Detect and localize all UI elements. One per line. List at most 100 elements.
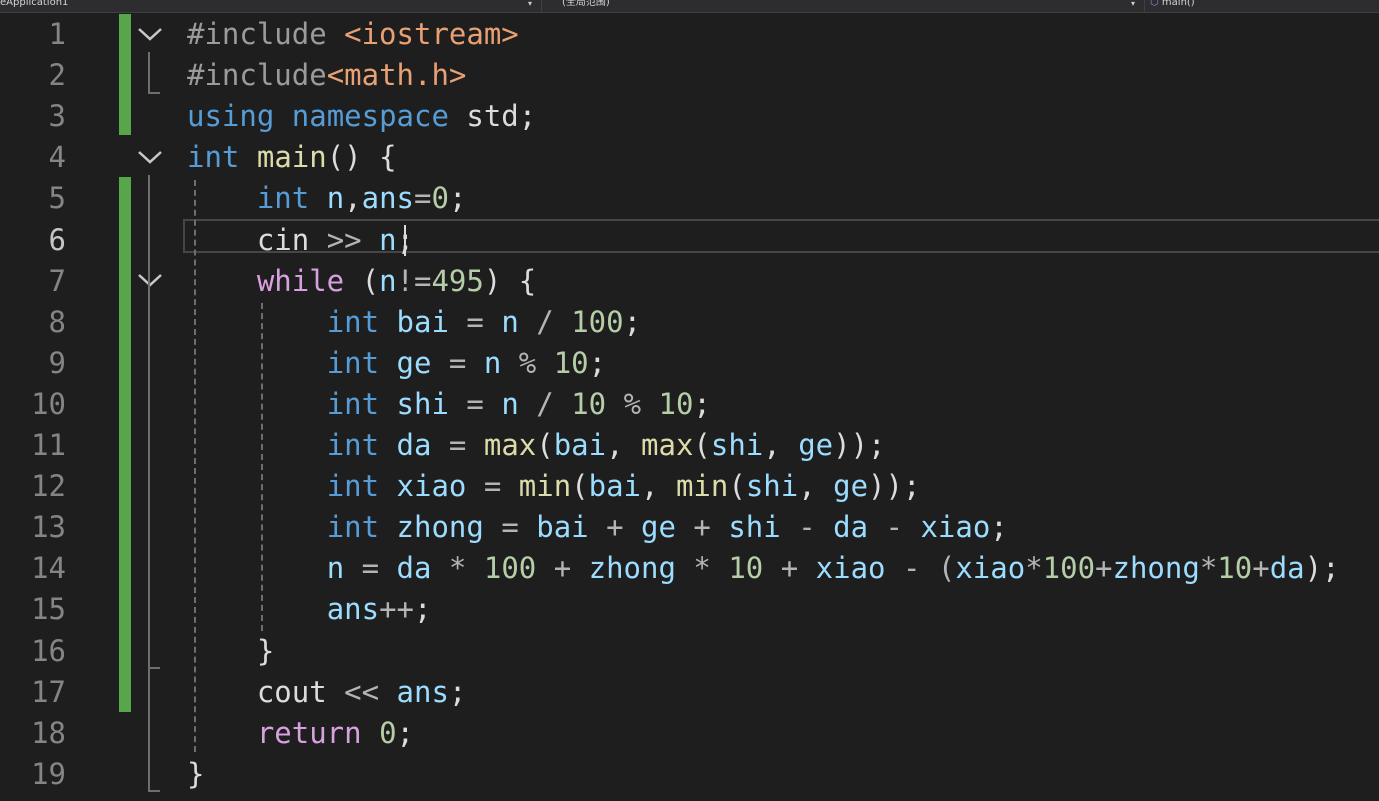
code-token: n — [379, 223, 397, 257]
code-token: shi — [745, 469, 799, 503]
code-token: = — [431, 346, 484, 380]
line-number: 11 — [31, 428, 66, 462]
code-token: ge — [396, 346, 432, 380]
code-line[interactable]: n = da * 100 + zhong * 10 + xiao - (xiao… — [187, 548, 1340, 589]
member-dropdown[interactable]: ⬡ main() — [1150, 0, 1195, 8]
code-line[interactable]: int bai = n / 100; — [187, 302, 641, 343]
code-token: main — [256, 140, 327, 174]
code-token: ); — [1304, 551, 1340, 585]
code-token: <math.h> — [326, 58, 467, 92]
navigation-bar: eApplication1 ▾ (全局范围) ▾ ⬡ main() — [0, 0, 1379, 13]
code-line[interactable]: } — [187, 631, 274, 672]
code-token: - — [780, 510, 834, 544]
code-token: ( — [571, 469, 589, 503]
code-line[interactable]: #include <iostream> — [187, 14, 519, 55]
code-token: return — [256, 716, 362, 750]
code-line[interactable]: cin >> n; — [187, 220, 414, 261]
code-token: } — [187, 757, 205, 791]
line-number: 9 — [48, 346, 66, 380]
code-token: #include — [187, 17, 345, 51]
code-token: max — [483, 428, 537, 462]
code-token: = — [483, 510, 537, 544]
code-token: xiao — [396, 469, 467, 503]
code-token: ; — [448, 675, 467, 709]
code-token: da — [396, 551, 432, 585]
code-token: - ( — [885, 551, 956, 585]
chevron-down-icon[interactable] — [136, 25, 164, 45]
code-token: 0 — [379, 716, 397, 750]
code-token: int — [326, 387, 380, 421]
code-token: ; — [623, 305, 642, 339]
code-line[interactable]: while (n!=495) { — [187, 261, 536, 302]
code-line[interactable]: int shi = n / 10 % 10; — [187, 384, 711, 425]
code-token: ; — [448, 181, 467, 215]
code-token: da — [833, 510, 869, 544]
code-line[interactable]: #include<math.h> — [187, 55, 466, 96]
code-token: , — [344, 181, 362, 215]
code-token: )); — [833, 428, 886, 462]
code-token: shi — [396, 387, 449, 421]
line-number: 8 — [48, 305, 66, 339]
project-dropdown[interactable]: eApplication1 — [0, 0, 68, 8]
code-line[interactable]: ans++; — [187, 589, 432, 630]
code-token: = — [431, 428, 484, 462]
line-number: 15 — [31, 592, 66, 626]
code-token: + — [588, 510, 642, 544]
code-line[interactable]: int ge = n % 10; — [187, 343, 606, 384]
code-token: % — [606, 387, 659, 421]
code-token: n — [483, 346, 502, 380]
code-line[interactable]: int zhong = bai + ge + shi - da - xiao; — [187, 507, 1008, 548]
line-number: 10 — [31, 387, 66, 421]
code-line[interactable]: int main() { — [187, 137, 397, 178]
code-token: int — [326, 346, 380, 380]
code-line[interactable]: using namespace std; — [187, 96, 536, 137]
code-line[interactable]: cout << ans; — [187, 672, 467, 713]
code-token: * — [1025, 551, 1043, 585]
code-token: = — [448, 305, 502, 339]
code-token: , — [763, 428, 799, 462]
code-token: - — [868, 510, 921, 544]
code-token: + — [536, 551, 589, 585]
code-token: 100 — [1042, 551, 1096, 585]
code-token: 10 — [728, 551, 764, 585]
code-line[interactable]: int n,ans=0; — [187, 178, 467, 219]
code-token: using — [187, 99, 275, 133]
code-token: = — [414, 181, 432, 215]
code-line[interactable]: } — [187, 754, 204, 795]
code-token: bai — [553, 428, 607, 462]
code-token: da — [396, 428, 432, 462]
code-line[interactable]: return 0; — [187, 713, 414, 754]
code-line[interactable]: int da = max(bai, max(shi, ge)); — [187, 425, 886, 466]
code-token: while — [256, 264, 345, 298]
code-token: / — [518, 305, 572, 339]
dropdown-arrow-icon[interactable]: ▾ — [1131, 0, 1135, 9]
nav-separator — [541, 0, 542, 12]
code-editor[interactable]: eApplication1 ▾ (全局范围) ▾ ⬡ main() 1 #incl… — [0, 0, 1379, 801]
code-token: n — [326, 551, 345, 585]
dropdown-arrow-icon[interactable]: ▾ — [528, 0, 532, 9]
chevron-down-icon[interactable] — [136, 271, 164, 291]
nav-separator — [1144, 0, 1145, 12]
code-token: 10 — [571, 387, 607, 421]
code-token: xiao — [815, 551, 886, 585]
code-token: int — [326, 305, 380, 339]
outline-line — [148, 667, 160, 669]
outline-line — [148, 790, 160, 792]
scope-dropdown[interactable]: (全局范围) — [562, 0, 610, 8]
line-number: 1 — [48, 17, 66, 51]
code-token: ; — [588, 346, 607, 380]
code-token: >> — [326, 223, 362, 257]
chevron-down-icon[interactable] — [136, 148, 164, 168]
code-line[interactable]: int xiao = min(bai, min(shi, ge)); — [187, 466, 921, 507]
code-token: , — [798, 469, 834, 503]
